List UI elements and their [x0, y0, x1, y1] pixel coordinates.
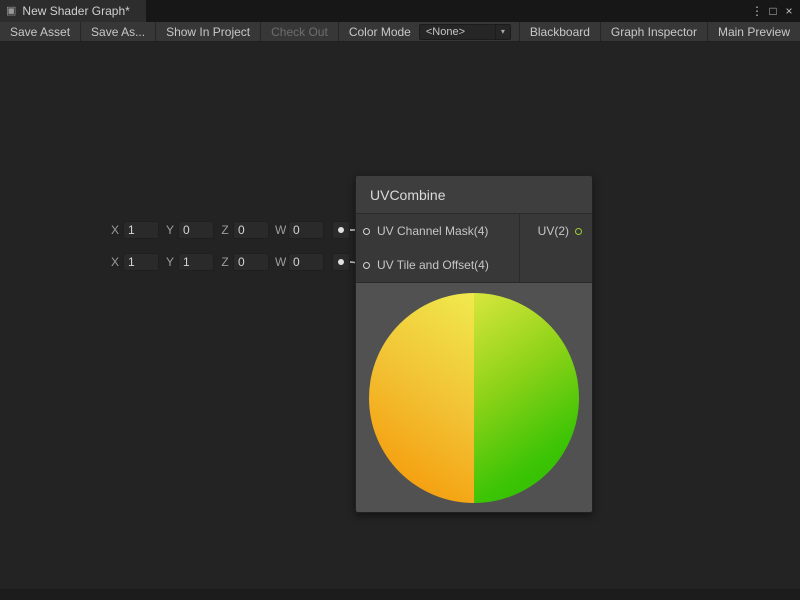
x-value-input[interactable]: [123, 221, 159, 239]
save-asset-button[interactable]: Save Asset: [0, 22, 81, 41]
toolbar: Save Asset Save As... Show In Project Ch…: [0, 22, 800, 42]
color-mode-label: Color Mode: [339, 22, 419, 41]
sphere-left-half: [369, 293, 474, 503]
w-label: W: [275, 255, 285, 269]
chevron-down-icon: ▾: [495, 25, 510, 39]
z-label: Z: [220, 255, 230, 269]
shader-graph-icon: ▣: [6, 6, 16, 17]
input-row-uv-channel-mask: UV Channel Mask(4): [356, 214, 519, 248]
y-value-input[interactable]: [178, 221, 214, 239]
show-in-project-button[interactable]: Show In Project: [156, 22, 261, 41]
inline-output-port[interactable]: [332, 253, 350, 271]
output-port-label: UV(2): [538, 224, 569, 238]
tab-title: New Shader Graph*: [22, 4, 129, 18]
node-output-ports: UV(2): [519, 214, 592, 282]
output-row-uv: UV(2): [520, 214, 592, 248]
color-mode-dropdown[interactable]: <None> ▾: [419, 24, 511, 40]
x-value-input[interactable]: [123, 253, 159, 271]
save-as-button[interactable]: Save As...: [81, 22, 156, 41]
main-preview-toggle-button[interactable]: Main Preview: [708, 22, 800, 41]
close-icon[interactable]: ×: [781, 0, 797, 22]
x-label: X: [110, 223, 120, 237]
node-body: UV Channel Mask(4) UV Tile and Offset(4)…: [356, 214, 592, 282]
preview-sphere: [369, 293, 579, 503]
node-title: UVCombine: [370, 187, 445, 203]
input-port-label: UV Channel Mask(4): [377, 224, 488, 238]
z-value-input[interactable]: [233, 221, 269, 239]
node-input-ports: UV Channel Mask(4) UV Tile and Offset(4): [356, 214, 519, 282]
inline-output-port[interactable]: [332, 221, 350, 239]
y-label: Y: [165, 223, 175, 237]
x-label: X: [110, 255, 120, 269]
graph-inspector-toggle-button[interactable]: Graph Inspector: [601, 22, 708, 41]
document-tab[interactable]: ▣ New Shader Graph*: [0, 0, 146, 22]
vector4-widget-row-1: X Y Z W: [104, 221, 350, 239]
z-label: Z: [220, 223, 230, 237]
w-value-input[interactable]: [288, 221, 324, 239]
input-row-uv-tile-offset: UV Tile and Offset(4): [356, 248, 519, 282]
check-out-button: Check Out: [261, 22, 339, 41]
sphere-right-half: [474, 293, 579, 503]
title-bar: ▣ New Shader Graph* ⋮ □ ×: [0, 0, 800, 22]
window-bottom-edge: [0, 589, 800, 600]
input-port-icon[interactable]: [363, 228, 370, 235]
blackboard-toggle-button[interactable]: Blackboard: [519, 22, 601, 41]
node-uvcombine[interactable]: UVCombine UV Channel Mask(4) UV Tile and…: [355, 175, 593, 513]
w-value-input[interactable]: [288, 253, 324, 271]
w-label: W: [275, 223, 285, 237]
input-port-label: UV Tile and Offset(4): [377, 258, 489, 272]
input-port-icon[interactable]: [363, 262, 370, 269]
z-value-input[interactable]: [233, 253, 269, 271]
node-title-bar[interactable]: UVCombine: [356, 176, 592, 214]
y-value-input[interactable]: [178, 253, 214, 271]
node-preview-area: [356, 282, 592, 512]
maximize-icon[interactable]: □: [765, 0, 781, 22]
port-dot-icon: [338, 259, 344, 265]
kebab-menu-icon[interactable]: ⋮: [749, 0, 765, 22]
port-dot-icon: [338, 227, 344, 233]
y-label: Y: [165, 255, 175, 269]
vector4-widget-row-2: X Y Z W: [104, 253, 350, 271]
window-controls: ⋮ □ ×: [749, 0, 800, 22]
color-mode-value: <None>: [420, 26, 495, 38]
graph-canvas[interactable]: X Y Z W X Y Z W UVCombine: [0, 42, 800, 600]
output-port-icon[interactable]: [575, 228, 582, 235]
